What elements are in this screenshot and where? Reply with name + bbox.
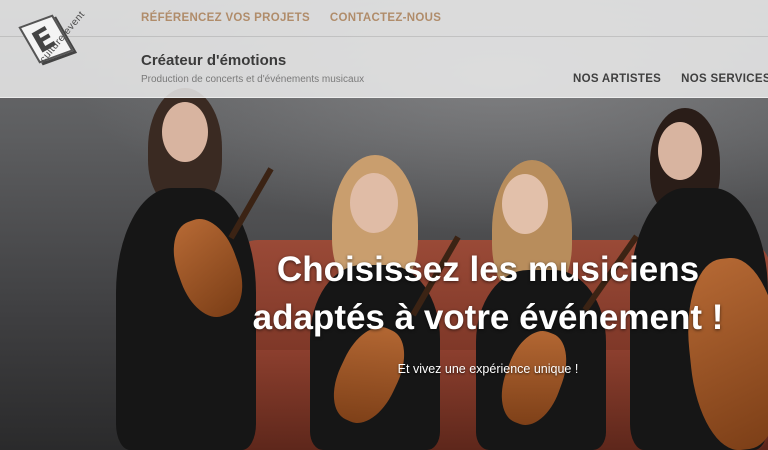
nav-link-contactez-nous[interactable]: CONTACTEZ-NOUS bbox=[330, 12, 441, 24]
site-logo[interactable]: E culture event bbox=[18, 9, 87, 86]
hero-subtitle: Et vivez une expérience unique ! bbox=[397, 362, 579, 376]
main-nav: NOS ARTISTES NOS SERVICES bbox=[573, 73, 768, 85]
top-nav: RÉFÉRENCEZ VOS PROJETS CONTACTEZ-NOUS bbox=[141, 12, 441, 24]
hero-title-line-1: Choisissez les musiciens bbox=[276, 250, 700, 289]
nav-link-referencez-projets[interactable]: RÉFÉRENCEZ VOS PROJETS bbox=[141, 12, 310, 24]
nav-link-nos-services[interactable]: NOS SERVICES bbox=[681, 73, 768, 85]
brand-title: Créateur d'émotions bbox=[141, 52, 287, 69]
hero-title: Choisissez les musiciens adaptés à votre… bbox=[218, 246, 758, 342]
nav-link-nos-artistes[interactable]: NOS ARTISTES bbox=[573, 73, 661, 85]
brand-subtitle: Production de concerts et d'événements m… bbox=[141, 74, 365, 85]
header-divider bbox=[0, 36, 768, 37]
hero-title-line-2: adaptés à votre événement ! bbox=[252, 298, 724, 337]
site-header: E culture event RÉFÉRENCEZ VOS PROJETS C… bbox=[0, 0, 768, 98]
